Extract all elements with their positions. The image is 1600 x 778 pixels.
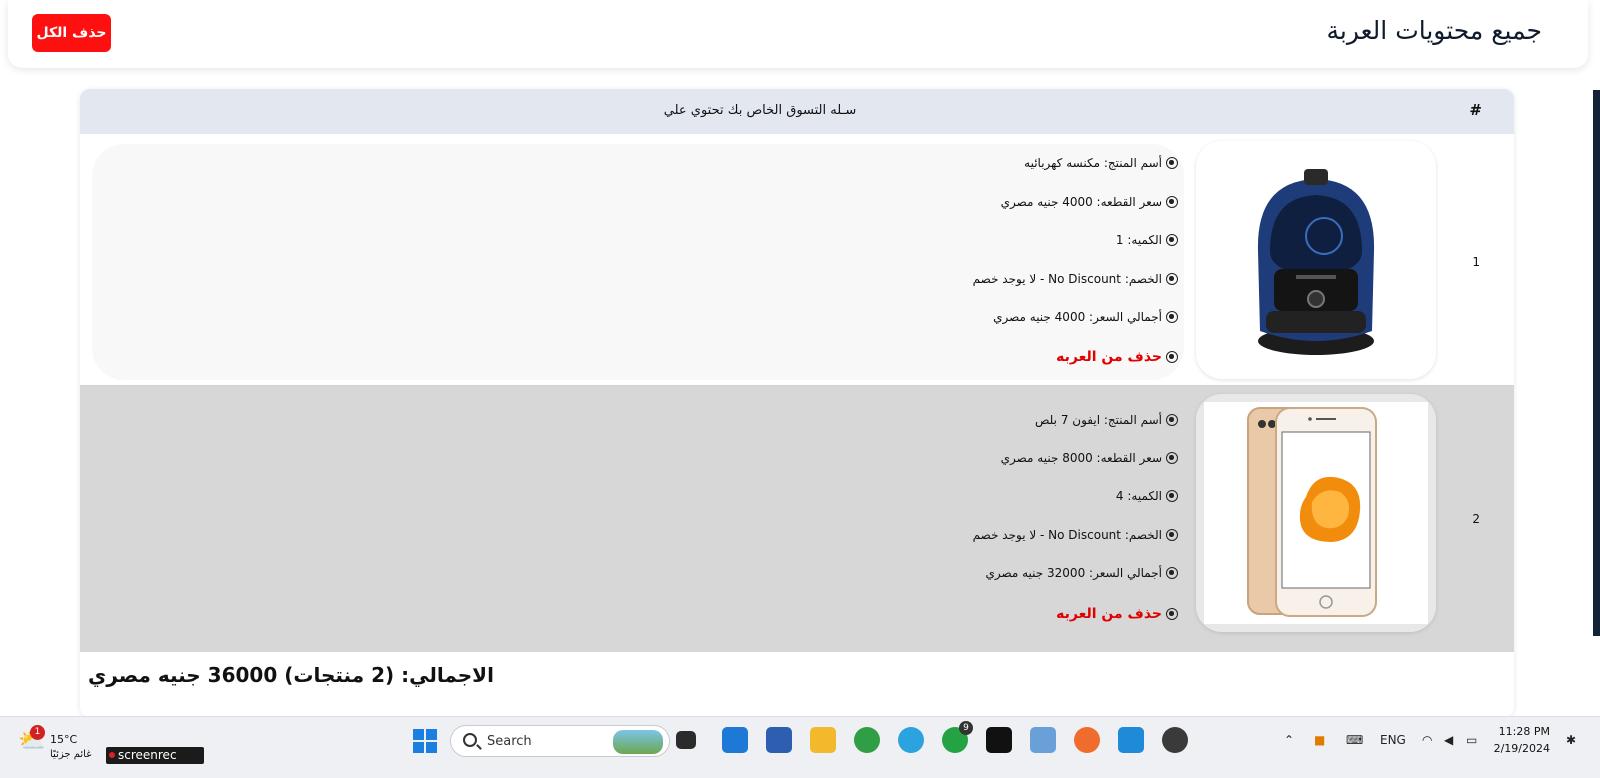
clock-time: 11:28 PM: [1498, 725, 1550, 738]
table-row: 1 أسم المنتج: مكنسه كهربائيه سعر القطعه:…: [80, 134, 1514, 386]
clock[interactable]: 11:28 PM 2/19/2024: [1486, 723, 1550, 757]
weather-description: غائم جزئيًا: [50, 749, 92, 760]
radio-bullet-icon: [1166, 157, 1178, 169]
file-explorer-icon[interactable]: [810, 727, 836, 753]
radio-bullet-icon: [1166, 452, 1178, 464]
whatsapp-icon[interactable]: 9: [942, 721, 973, 753]
radio-bullet-icon: [1166, 311, 1178, 323]
product-name: أسم المنتج: ايفون 7 بلص: [1035, 413, 1178, 427]
discount: الخصم: No Discount - لا يوجد خصم: [973, 272, 1178, 286]
clock-date: 2/19/2024: [1493, 742, 1550, 755]
weather-widget[interactable]: ⛅ 1 15°C غائم جزئيًا: [16, 725, 96, 765]
taskbar: ⛅ 1 15°C غائم جزئيًا screenrec Search 9 …: [0, 716, 1600, 778]
task-view-icon[interactable]: [676, 731, 696, 749]
pycharm-icon[interactable]: [986, 727, 1012, 753]
radio-bullet-icon: [1166, 234, 1178, 246]
search-highlight-image: [613, 730, 663, 754]
radio-bullet-icon: [1166, 608, 1178, 620]
store-icon[interactable]: [766, 727, 792, 753]
wifi-icon[interactable]: ◠: [1422, 733, 1432, 747]
radio-bullet-icon: [1166, 273, 1178, 285]
quantity: الكميه: 4: [1116, 489, 1178, 503]
language-indicator[interactable]: ENG: [1380, 733, 1406, 747]
radio-bullet-icon: [1166, 414, 1178, 426]
windows-start-icon[interactable]: [413, 729, 437, 753]
scrollbar[interactable]: [1593, 90, 1600, 636]
taskbar-search[interactable]: Search: [450, 725, 670, 757]
notifications-icon[interactable]: ✱: [1566, 733, 1576, 747]
total-price: أجمالي السعر: 4000 جنيه مصري: [993, 310, 1178, 324]
unit-price: سعر القطعه: 8000 جنيه مصري: [1001, 451, 1178, 465]
volume-icon[interactable]: ◀: [1444, 733, 1453, 747]
remove-from-cart-link[interactable]: حذف من العربه: [1056, 606, 1178, 622]
vscode-icon[interactable]: [1118, 727, 1144, 753]
product-info: أسم المنتج: ايفون 7 بلص سعر القطعه: 8000…: [92, 396, 1184, 632]
keyboard-icon[interactable]: ⌨: [1346, 733, 1363, 747]
table-header: # سـله التسوق الخاص بك تحتوي علي: [80, 89, 1514, 134]
radio-bullet-icon: [1166, 196, 1178, 208]
page-header: جميع محتويات العربة حذف الكل: [8, 0, 1588, 68]
column-header-index: #: [1469, 101, 1482, 119]
radio-bullet-icon: [1166, 490, 1178, 502]
weather-temperature: 15°C: [50, 733, 78, 746]
discount: الخصم: No Discount - لا يوجد خصم: [973, 528, 1178, 542]
vacuum-cleaner-image: [1257, 169, 1375, 355]
remove-from-cart-link[interactable]: حذف من العربه: [1056, 349, 1178, 365]
row-index: 1: [1472, 255, 1480, 269]
product-image-iphone: [1196, 394, 1436, 632]
search-label: Search: [487, 734, 532, 749]
total-price: أجمالي السعر: 32000 جنيه مصري: [985, 566, 1178, 580]
cart-total: الاجمالي: (2 منتجات) 36000 جنيه مصري: [88, 663, 494, 687]
page-title: جميع محتويات العربة: [1326, 16, 1542, 45]
whatsapp-badge: 9: [959, 721, 973, 735]
radio-bullet-icon: [1166, 567, 1178, 579]
app-icon[interactable]: [1162, 727, 1188, 753]
chrome-icon[interactable]: [854, 727, 880, 753]
product-image-vacuum: [1196, 141, 1436, 379]
unit-price: سعر القطعه: 4000 جنيه مصري: [1001, 195, 1178, 209]
search-icon: [463, 733, 477, 747]
telegram-icon[interactable]: [898, 727, 924, 753]
battery-icon[interactable]: ▭: [1466, 733, 1477, 747]
chevron-up-icon[interactable]: ⌃: [1284, 733, 1294, 747]
table-row: 2 أسم المنتج: ايفون 7 بلص سعر القطعه: 80…: [80, 386, 1514, 652]
notification-badge: 1: [30, 725, 45, 740]
column-header-contents: سـله التسوق الخاص بك تحتوي علي: [663, 103, 857, 118]
quantity: الكميه: 1: [1116, 233, 1178, 247]
radio-bullet-icon: [1166, 529, 1178, 541]
cart-table: # سـله التسوق الخاص بك تحتوي علي 1 أسم ا…: [80, 89, 1514, 717]
tray-app-icon[interactable]: ■: [1314, 733, 1325, 747]
delete-all-button[interactable]: حذف الكل: [32, 14, 111, 52]
iphone-image: [1204, 402, 1428, 624]
product-name: أسم المنتج: مكنسه كهربائيه: [1024, 156, 1178, 170]
screenrec-badge: screenrec: [106, 747, 204, 764]
product-info: أسم المنتج: مكنسه كهربائيه سعر القطعه: 4…: [92, 144, 1184, 380]
postman-icon[interactable]: [1074, 727, 1100, 753]
mail-icon[interactable]: [722, 727, 748, 753]
network-app-icon[interactable]: [1030, 727, 1056, 753]
row-index: 2: [1472, 512, 1480, 526]
radio-bullet-icon: [1166, 351, 1178, 363]
